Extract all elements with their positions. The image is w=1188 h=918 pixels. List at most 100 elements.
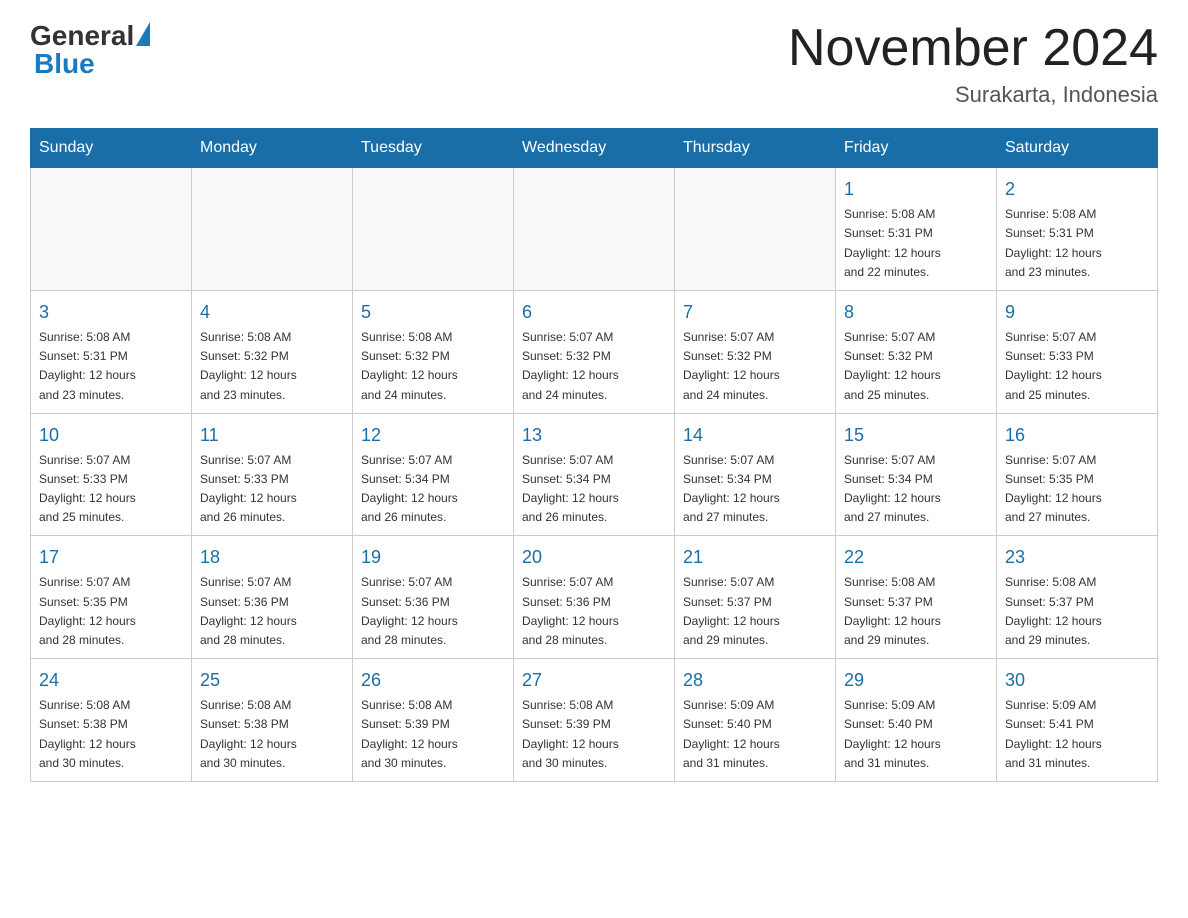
day-info: Sunrise: 5:07 AM Sunset: 5:33 PM Dayligh… [1005,328,1149,405]
calendar-cell [514,168,675,291]
calendar-cell: 18Sunrise: 5:07 AM Sunset: 5:36 PM Dayli… [192,536,353,659]
calendar-cell: 26Sunrise: 5:08 AM Sunset: 5:39 PM Dayli… [353,659,514,782]
calendar-cell: 21Sunrise: 5:07 AM Sunset: 5:37 PM Dayli… [675,536,836,659]
calendar-cell: 8Sunrise: 5:07 AM Sunset: 5:32 PM Daylig… [836,290,997,413]
day-number: 3 [39,299,183,326]
weekday-header-sunday: Sunday [31,129,192,168]
day-info: Sunrise: 5:08 AM Sunset: 5:39 PM Dayligh… [361,696,505,773]
day-info: Sunrise: 5:07 AM Sunset: 5:33 PM Dayligh… [39,451,183,528]
day-info: Sunrise: 5:07 AM Sunset: 5:32 PM Dayligh… [522,328,666,405]
weekday-header-friday: Friday [836,129,997,168]
day-number: 21 [683,544,827,571]
logo-triangle-icon [136,22,150,46]
calendar-title: November 2024 [788,20,1158,77]
day-number: 2 [1005,176,1149,203]
day-number: 5 [361,299,505,326]
day-info: Sunrise: 5:09 AM Sunset: 5:41 PM Dayligh… [1005,696,1149,773]
day-number: 25 [200,667,344,694]
weekday-header-tuesday: Tuesday [353,129,514,168]
calendar-cell [675,168,836,291]
day-info: Sunrise: 5:09 AM Sunset: 5:40 PM Dayligh… [683,696,827,773]
day-info: Sunrise: 5:07 AM Sunset: 5:32 PM Dayligh… [683,328,827,405]
weekday-header-row: SundayMondayTuesdayWednesdayThursdayFrid… [31,129,1158,168]
day-info: Sunrise: 5:07 AM Sunset: 5:34 PM Dayligh… [522,451,666,528]
day-number: 1 [844,176,988,203]
day-number: 11 [200,422,344,449]
day-number: 10 [39,422,183,449]
day-number: 13 [522,422,666,449]
day-number: 12 [361,422,505,449]
calendar-cell: 12Sunrise: 5:07 AM Sunset: 5:34 PM Dayli… [353,413,514,536]
calendar-cell: 24Sunrise: 5:08 AM Sunset: 5:38 PM Dayli… [31,659,192,782]
calendar-week-row: 24Sunrise: 5:08 AM Sunset: 5:38 PM Dayli… [31,659,1158,782]
day-info: Sunrise: 5:08 AM Sunset: 5:31 PM Dayligh… [39,328,183,405]
calendar-cell: 9Sunrise: 5:07 AM Sunset: 5:33 PM Daylig… [997,290,1158,413]
calendar-cell: 19Sunrise: 5:07 AM Sunset: 5:36 PM Dayli… [353,536,514,659]
calendar-week-row: 17Sunrise: 5:07 AM Sunset: 5:35 PM Dayli… [31,536,1158,659]
day-info: Sunrise: 5:07 AM Sunset: 5:32 PM Dayligh… [844,328,988,405]
calendar-week-row: 3Sunrise: 5:08 AM Sunset: 5:31 PM Daylig… [31,290,1158,413]
day-info: Sunrise: 5:07 AM Sunset: 5:34 PM Dayligh… [683,451,827,528]
day-info: Sunrise: 5:07 AM Sunset: 5:36 PM Dayligh… [361,573,505,650]
day-number: 23 [1005,544,1149,571]
weekday-header-monday: Monday [192,129,353,168]
calendar-cell: 14Sunrise: 5:07 AM Sunset: 5:34 PM Dayli… [675,413,836,536]
day-info: Sunrise: 5:07 AM Sunset: 5:33 PM Dayligh… [200,451,344,528]
calendar-cell: 28Sunrise: 5:09 AM Sunset: 5:40 PM Dayli… [675,659,836,782]
day-info: Sunrise: 5:08 AM Sunset: 5:39 PM Dayligh… [522,696,666,773]
day-number: 17 [39,544,183,571]
calendar-cell: 3Sunrise: 5:08 AM Sunset: 5:31 PM Daylig… [31,290,192,413]
day-info: Sunrise: 5:08 AM Sunset: 5:37 PM Dayligh… [1005,573,1149,650]
calendar-cell: 30Sunrise: 5:09 AM Sunset: 5:41 PM Dayli… [997,659,1158,782]
calendar-cell: 6Sunrise: 5:07 AM Sunset: 5:32 PM Daylig… [514,290,675,413]
calendar-cell [31,168,192,291]
day-info: Sunrise: 5:08 AM Sunset: 5:38 PM Dayligh… [39,696,183,773]
calendar-week-row: 10Sunrise: 5:07 AM Sunset: 5:33 PM Dayli… [31,413,1158,536]
day-number: 18 [200,544,344,571]
calendar-cell: 13Sunrise: 5:07 AM Sunset: 5:34 PM Dayli… [514,413,675,536]
day-number: 30 [1005,667,1149,694]
calendar-cell: 22Sunrise: 5:08 AM Sunset: 5:37 PM Dayli… [836,536,997,659]
day-info: Sunrise: 5:08 AM Sunset: 5:32 PM Dayligh… [361,328,505,405]
calendar-cell: 16Sunrise: 5:07 AM Sunset: 5:35 PM Dayli… [997,413,1158,536]
day-number: 28 [683,667,827,694]
calendar-cell: 10Sunrise: 5:07 AM Sunset: 5:33 PM Dayli… [31,413,192,536]
calendar-cell: 15Sunrise: 5:07 AM Sunset: 5:34 PM Dayli… [836,413,997,536]
day-info: Sunrise: 5:08 AM Sunset: 5:32 PM Dayligh… [200,328,344,405]
calendar-cell: 20Sunrise: 5:07 AM Sunset: 5:36 PM Dayli… [514,536,675,659]
calendar-cell: 2Sunrise: 5:08 AM Sunset: 5:31 PM Daylig… [997,168,1158,291]
day-number: 19 [361,544,505,571]
day-info: Sunrise: 5:07 AM Sunset: 5:34 PM Dayligh… [844,451,988,528]
day-info: Sunrise: 5:08 AM Sunset: 5:38 PM Dayligh… [200,696,344,773]
weekday-header-saturday: Saturday [997,129,1158,168]
calendar-table: SundayMondayTuesdayWednesdayThursdayFrid… [30,128,1158,782]
calendar-week-row: 1Sunrise: 5:08 AM Sunset: 5:31 PM Daylig… [31,168,1158,291]
day-number: 6 [522,299,666,326]
calendar-cell: 25Sunrise: 5:08 AM Sunset: 5:38 PM Dayli… [192,659,353,782]
calendar-cell: 4Sunrise: 5:08 AM Sunset: 5:32 PM Daylig… [192,290,353,413]
calendar-cell [192,168,353,291]
day-number: 7 [683,299,827,326]
calendar-cell: 27Sunrise: 5:08 AM Sunset: 5:39 PM Dayli… [514,659,675,782]
day-number: 20 [522,544,666,571]
day-number: 22 [844,544,988,571]
day-number: 9 [1005,299,1149,326]
calendar-cell: 1Sunrise: 5:08 AM Sunset: 5:31 PM Daylig… [836,168,997,291]
logo-blue-text: Blue [34,48,95,80]
weekday-header-wednesday: Wednesday [514,129,675,168]
calendar-cell: 29Sunrise: 5:09 AM Sunset: 5:40 PM Dayli… [836,659,997,782]
title-section: November 2024 Surakarta, Indonesia [788,20,1158,108]
day-number: 26 [361,667,505,694]
calendar-cell: 17Sunrise: 5:07 AM Sunset: 5:35 PM Dayli… [31,536,192,659]
calendar-subtitle: Surakarta, Indonesia [788,82,1158,108]
day-number: 27 [522,667,666,694]
day-info: Sunrise: 5:09 AM Sunset: 5:40 PM Dayligh… [844,696,988,773]
calendar-cell: 7Sunrise: 5:07 AM Sunset: 5:32 PM Daylig… [675,290,836,413]
calendar-cell: 5Sunrise: 5:08 AM Sunset: 5:32 PM Daylig… [353,290,514,413]
calendar-cell [353,168,514,291]
day-number: 29 [844,667,988,694]
day-info: Sunrise: 5:07 AM Sunset: 5:34 PM Dayligh… [361,451,505,528]
day-number: 14 [683,422,827,449]
day-info: Sunrise: 5:07 AM Sunset: 5:36 PM Dayligh… [522,573,666,650]
day-info: Sunrise: 5:08 AM Sunset: 5:37 PM Dayligh… [844,573,988,650]
